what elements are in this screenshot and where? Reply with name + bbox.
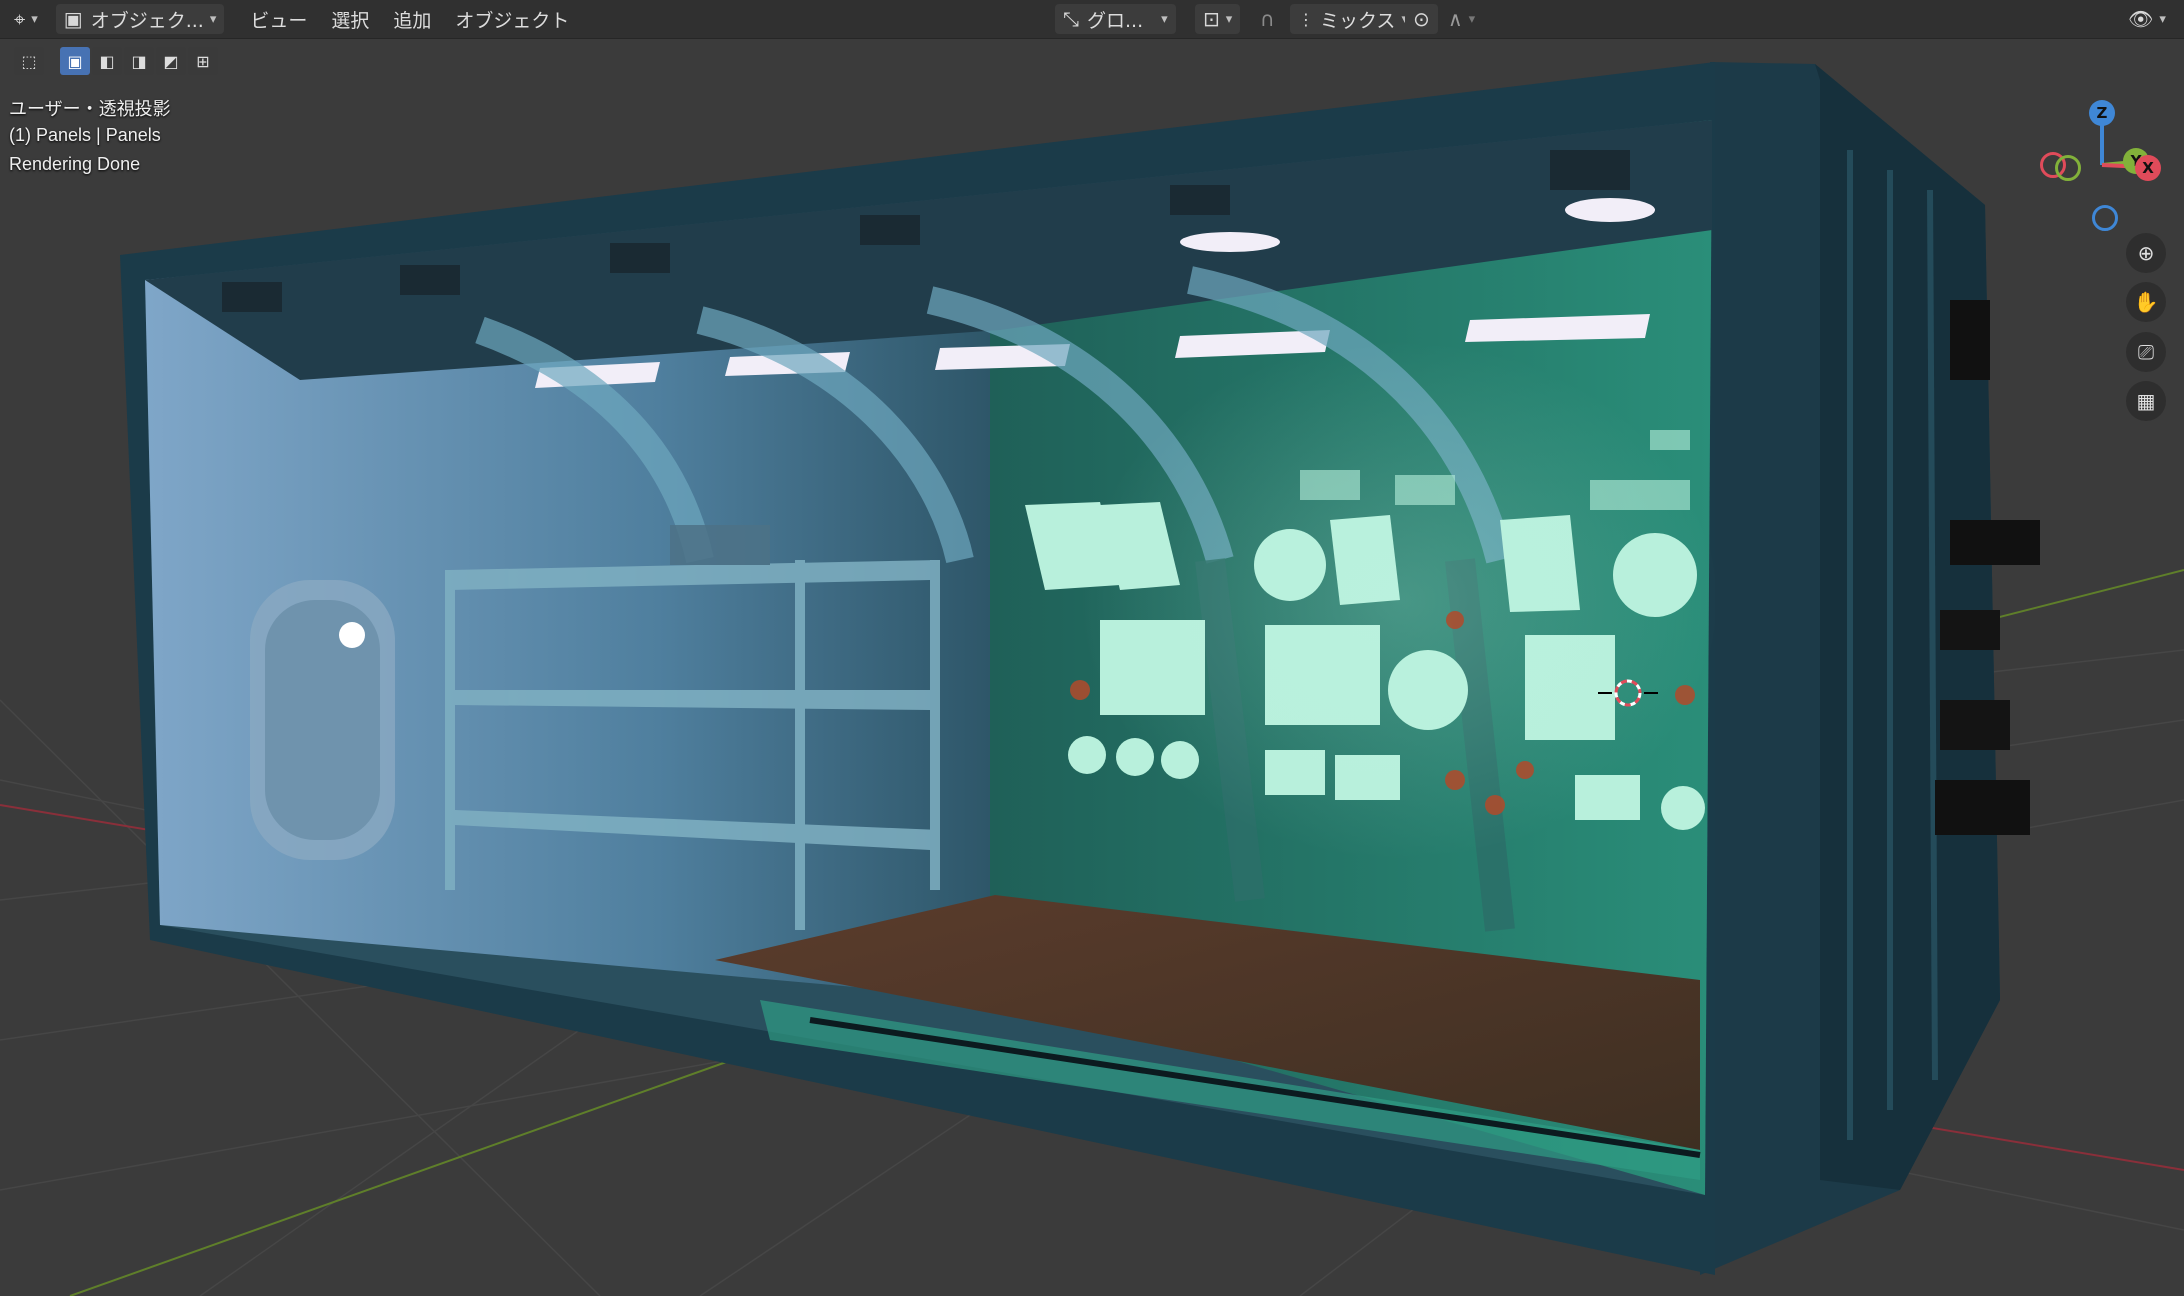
zoom-icon: ⊕ (2137, 241, 2155, 265)
menu-add[interactable]: 追加 (381, 4, 443, 34)
view-name-label: ユーザー・透視投影 (9, 99, 171, 119)
select-tool-button[interactable]: ⬚ (14, 47, 44, 75)
select-intersect-icon: ⊞ (196, 51, 210, 71)
chevron-down-icon: ▾ (1468, 11, 1476, 27)
scene-render[interactable] (0, 0, 2184, 1296)
gizmo-z-axis[interactable]: Z (2089, 100, 2115, 126)
select-mode-subtract-button[interactable]: ◨ (124, 47, 154, 75)
y-axis-line (69, 1049, 761, 1296)
transform-orientation-dropdown[interactable]: ⤡ グロ... ▾ (1055, 4, 1176, 34)
viewport-header: ⌖ ▾ ▣ オブジェク... ▾ ビュー 選択 追加 オブジェクト ⤡ グロ..… (0, 0, 2184, 39)
select-invert-icon: ◩ (163, 51, 179, 71)
camera-icon: ⎚ (2138, 340, 2154, 364)
select-extend-icon: ◧ (99, 51, 115, 71)
snap-mode-label: ミックス (1320, 9, 1396, 32)
gizmo-x-axis[interactable]: X (2135, 155, 2161, 181)
eye-icon: 👁 (2128, 7, 2154, 31)
magnet-icon: ∩ (1260, 7, 1275, 31)
snap-mode-dropdown[interactable]: ⋮ ミックス ▾ (1290, 4, 1416, 34)
falloff-dropdown[interactable]: ∧ ▾ (1440, 4, 1483, 34)
mode-dropdown[interactable]: ▣ オブジェク... ▾ (55, 4, 225, 34)
falloff-curve-icon: ∧ (1448, 7, 1463, 31)
chevron-down-icon: ▾ (31, 11, 38, 27)
snap-element-icon: ⋮ (1298, 9, 1314, 29)
pivot-point-dropdown[interactable]: ⊡ ▾ (1195, 4, 1241, 34)
chevron-down-icon: ▾ (1225, 11, 1233, 27)
perspective-toggle-button[interactable]: ▦ (2126, 381, 2166, 421)
navigation-gizmo[interactable]: Z Y X (2035, 95, 2175, 235)
gizmo-neg-y-axis[interactable] (2055, 155, 2081, 181)
object-info-label: (1) Panels | Panels (9, 125, 161, 145)
pivot-point-icon: ⊡ (1203, 7, 1220, 31)
render-status-label: Rendering Done (9, 154, 141, 174)
grid-perspective-icon: ▦ (2136, 389, 2156, 413)
gizmo-neg-z-axis[interactable] (2092, 205, 2118, 231)
select-mode-intersect-button[interactable]: ⊞ (188, 47, 218, 75)
hand-pan-icon: ✋ (2133, 290, 2159, 314)
snap-toggle[interactable]: ∩ (1252, 4, 1283, 34)
chevron-down-icon: ▾ (209, 11, 217, 27)
select-mode-invert-button[interactable]: ◩ (156, 47, 186, 75)
menu-view[interactable]: ビュー (238, 4, 319, 34)
tool-settings-row: ⬚ ▣ ◧ ◨ ◩ ⊞ (14, 45, 220, 77)
viewport-editor-icon: ⌖ (14, 7, 26, 31)
select-box-cursor-icon: ⬚ (21, 51, 37, 71)
chevron-down-icon: ▾ (1161, 11, 1168, 27)
select-mode-new-button[interactable]: ▣ (60, 47, 90, 75)
chevron-down-icon: ▾ (2159, 11, 2166, 27)
object-mode-icon: ▣ (63, 7, 83, 31)
proportional-edit-toggle[interactable]: ⊙ (1405, 4, 1438, 34)
hatch-door (250, 580, 395, 860)
zoom-button[interactable]: ⊕ (2126, 233, 2166, 273)
proportional-edit-icon: ⊙ (1413, 7, 1430, 31)
mode-label: オブジェク... (90, 9, 204, 32)
select-mode-extend-button[interactable]: ◧ (92, 47, 122, 75)
editor-type-button[interactable]: ⌖ ▾ (6, 4, 46, 34)
orientation-axes-icon: ⤡ (1063, 7, 1079, 31)
camera-view-button[interactable]: ⎚ (2126, 332, 2166, 372)
select-subtract-icon: ◨ (131, 51, 147, 71)
transform-orientation-label: グロ... (1087, 9, 1144, 32)
menu-select[interactable]: 選択 (319, 4, 381, 34)
select-new-icon: ▣ (67, 51, 83, 71)
menu-object[interactable]: オブジェクト (443, 4, 581, 34)
3d-viewport[interactable] (0, 0, 2184, 1296)
pan-button[interactable]: ✋ (2126, 282, 2166, 322)
visibility-dropdown[interactable]: 👁 ▾ (2120, 4, 2174, 34)
container-model[interactable] (120, 62, 2040, 1275)
